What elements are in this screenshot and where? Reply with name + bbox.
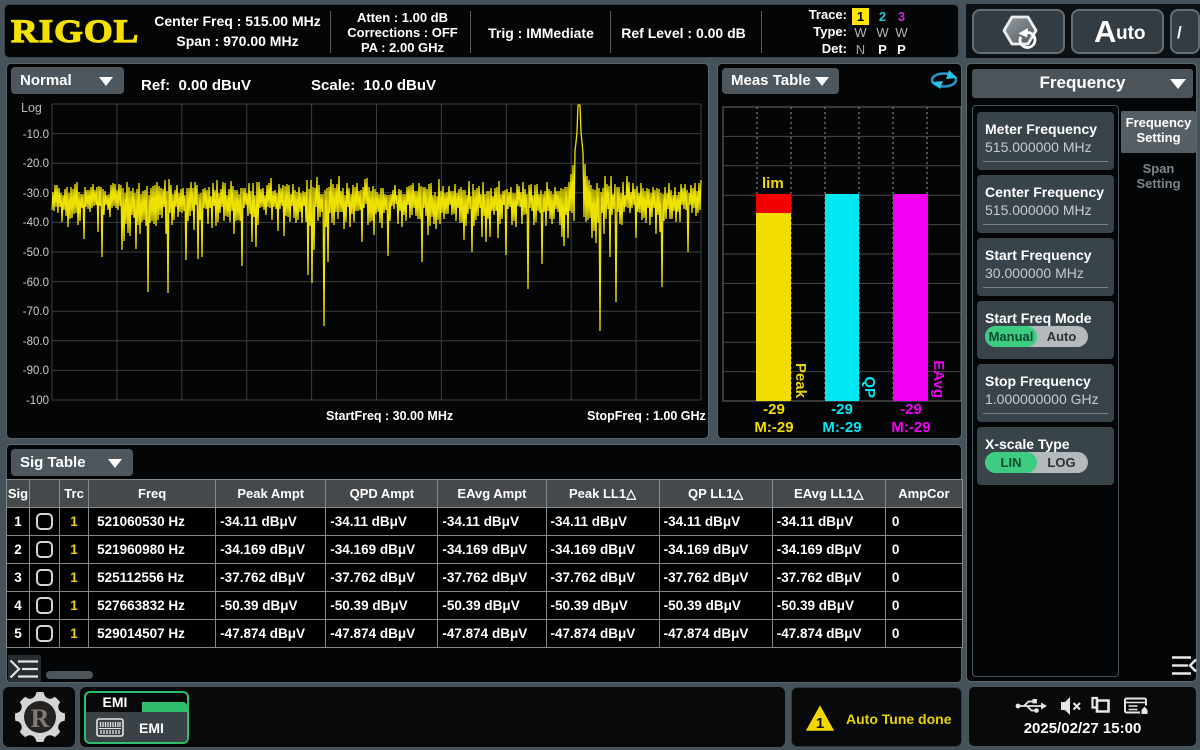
svg-text:R: R: [31, 704, 50, 733]
svg-text:-29: -29: [900, 401, 922, 418]
svg-text:QP: QP: [861, 376, 878, 398]
svg-text:lim: lim: [762, 175, 784, 192]
svg-text:M:-29: M:-29: [822, 419, 861, 436]
svg-text:-90.0: -90.0: [23, 365, 49, 377]
svg-text:-80.0: -80.0: [23, 336, 49, 348]
svg-text:-60.0: -60.0: [23, 277, 49, 289]
svg-text:-100: -100: [26, 395, 49, 407]
svg-text:-10.0: -10.0: [23, 129, 49, 141]
svg-text:-29: -29: [763, 401, 785, 418]
svg-text:EAvg: EAvg: [930, 360, 947, 398]
svg-text:-20.0: -20.0: [23, 158, 49, 170]
svg-text:1: 1: [816, 715, 824, 732]
svg-text:-30.0: -30.0: [23, 188, 49, 200]
svg-text:M:-29: M:-29: [891, 419, 930, 436]
svg-text:-70.0: -70.0: [23, 306, 49, 318]
svg-text:-40.0: -40.0: [23, 217, 49, 229]
svg-text:Log: Log: [21, 101, 42, 115]
svg-text:-50.0: -50.0: [23, 247, 49, 259]
svg-text:-29: -29: [831, 401, 853, 418]
svg-text:M:-29: M:-29: [754, 419, 793, 436]
svg-text:Peak: Peak: [792, 363, 809, 399]
